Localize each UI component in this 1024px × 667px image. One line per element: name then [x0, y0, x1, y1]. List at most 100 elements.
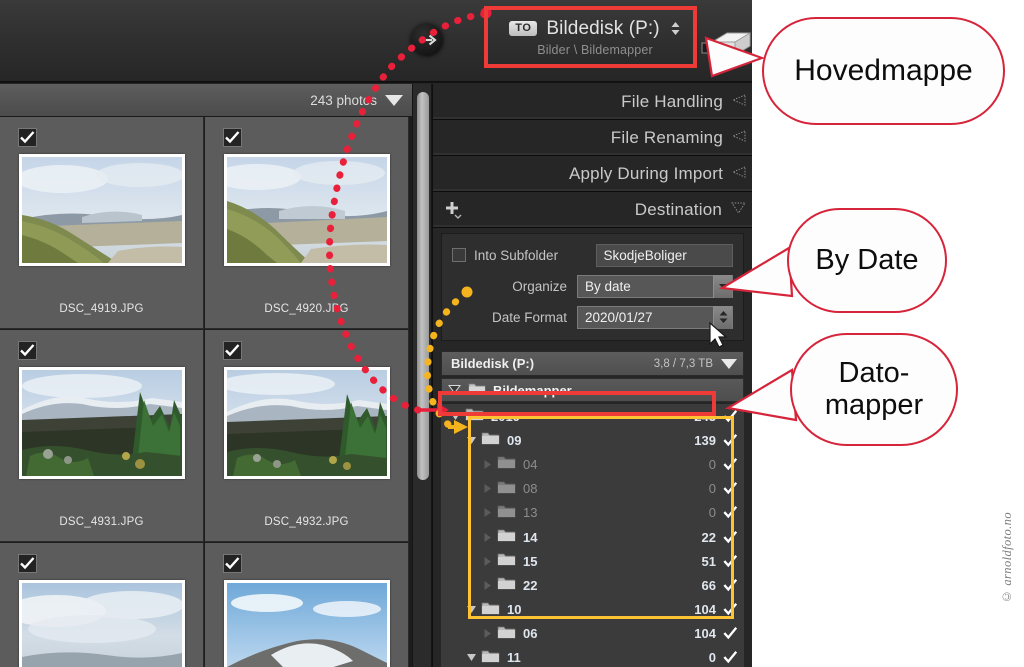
thumbnail-frame [19, 154, 185, 266]
checkmark-icon [225, 557, 240, 570]
cell-checkbox[interactable] [18, 128, 37, 147]
toolbar-divider [0, 81, 752, 82]
section-file-renaming[interactable]: File Renaming [433, 120, 752, 156]
checkmark-icon [225, 344, 240, 357]
organize-label: Organize [512, 278, 567, 294]
thumbnail-frame [224, 154, 390, 266]
highlight-box-root-folder [438, 391, 716, 416]
highlight-box-destination-header [484, 6, 697, 68]
arrow-right-icon [418, 33, 437, 47]
drive-name: Bildedisk (P:) [451, 356, 535, 371]
cell-filename: DSC_4919.JPG [59, 303, 144, 315]
callout-hovedmappe-text: Hovedmappe [794, 53, 973, 87]
tree-folder-count: 0 [708, 650, 716, 666]
grid-scrollbar-thumb[interactable] [417, 92, 429, 480]
plus-preset-icon[interactable] [443, 200, 463, 225]
thumbnail-frame [224, 367, 390, 479]
section-title: File Handling [621, 91, 723, 111]
organize-value: By date [585, 278, 631, 294]
drive-space: 3,8 / 7,3 TB [653, 357, 713, 370]
triangle-down-icon[interactable] [463, 653, 479, 662]
triangle-down-icon[interactable] [385, 94, 403, 106]
checkmark-icon [225, 131, 240, 144]
thumbnail-frame [19, 580, 185, 667]
grid-scrollbar-track[interactable] [412, 84, 432, 667]
fan-collapse-icon[interactable] [731, 129, 746, 147]
date-format-select[interactable]: 2020/01/27 [577, 305, 733, 329]
callout-hovedmappe: Hovedmappe [762, 17, 1005, 125]
import-arrow-button[interactable] [411, 24, 443, 56]
cell-filename: DSC_4932.JPG [264, 516, 349, 528]
callout-dato-mapper: Dato-mapper [790, 333, 958, 446]
screenshot-root: TO Bildedisk (P:) Bilder \ Bildemapper 2… [0, 0, 1024, 667]
cell-checkbox[interactable] [18, 341, 37, 360]
callout-dato-mapper-text: Dato-mapper [824, 357, 924, 421]
tree-folder-count: 104 [694, 626, 716, 642]
tree-checkbox[interactable] [723, 626, 738, 641]
date-format-value: 2020/01/27 [585, 309, 653, 325]
watermark: © arnoldfoto.no [1000, 512, 1014, 604]
tree-checkbox[interactable] [723, 650, 738, 665]
thumbnail-image [227, 583, 387, 667]
fan-expand-icon[interactable] [731, 201, 746, 219]
thumbnail-frame [19, 367, 185, 479]
folder-icon [481, 648, 500, 667]
into-subfolder-checkbox[interactable] [452, 248, 466, 262]
fan-collapse-icon[interactable] [731, 93, 746, 111]
grid-cell[interactable] [205, 543, 409, 667]
section-title: Destination [634, 199, 722, 219]
triangle-down-icon[interactable] [713, 274, 732, 298]
highlight-box-date-folders [468, 416, 734, 619]
cell-checkbox[interactable] [223, 128, 242, 147]
thumbnail-image [227, 157, 387, 263]
fan-collapse-icon[interactable] [731, 165, 746, 183]
checkmark-icon [20, 557, 35, 570]
section-file-handling[interactable]: File Handling [433, 84, 752, 120]
thumbnail-image [22, 370, 182, 476]
into-subfolder-value: SkodjeBoliger [603, 247, 687, 263]
checkmark-icon [20, 131, 35, 144]
section-title: Apply During Import [568, 163, 723, 183]
date-format-label: Date Format [491, 309, 567, 325]
section-apply-during-import[interactable]: Apply During Import [433, 156, 752, 192]
tree-folder-name: 06 [523, 626, 538, 642]
tree-row[interactable]: 06 104 [441, 622, 744, 646]
tree-row[interactable]: 11 0 [441, 646, 744, 667]
grid-cell[interactable]: DSC_4919.JPG [0, 117, 204, 329]
folder-icon [497, 624, 516, 644]
date-format-row: Date Format 2020/01/27 [442, 304, 743, 330]
into-subfolder-label: Into Subfolder [474, 247, 559, 263]
cell-checkbox[interactable] [223, 341, 242, 360]
callout-by-date-text: By Date [815, 243, 919, 276]
cell-filename: DSC_4920.JPG [264, 303, 349, 315]
external-drive-icon [700, 28, 752, 69]
organize-select[interactable]: By date [577, 274, 733, 298]
cell-checkbox[interactable] [223, 554, 242, 573]
grid-cell[interactable] [0, 543, 204, 667]
thumbnail-image [22, 583, 182, 667]
grid-header-bar: 243 photos [0, 84, 412, 117]
section-destination[interactable]: Destination [433, 192, 752, 228]
cell-checkbox[interactable] [18, 554, 37, 573]
into-subfolder-row: Into Subfolder SkodjeBoliger [442, 242, 743, 268]
triangle-right-icon[interactable] [479, 628, 495, 639]
grid-cells: DSC_4919.JPG DSC_4920.JPG DSC_4931.JPG D… [0, 117, 412, 667]
grid-cell[interactable]: DSC_4932.JPG [205, 330, 409, 542]
thumbnail-frame [224, 580, 390, 667]
photo-count-label: 243 photos [310, 92, 377, 108]
triangle-down-icon[interactable] [721, 358, 737, 369]
destination-options: Into Subfolder SkodjeBoliger Organize By… [441, 233, 744, 341]
grid-cell[interactable]: DSC_4931.JPG [0, 330, 204, 542]
grid-cell[interactable]: DSC_4920.JPG [205, 117, 409, 329]
updown-arrows-icon[interactable] [713, 305, 732, 329]
callout-by-date: By Date [787, 208, 947, 313]
into-subfolder-input[interactable]: SkodjeBoliger [595, 243, 733, 267]
organize-row: Organize By date [442, 273, 743, 299]
checkmark-icon [20, 344, 35, 357]
thumbnail-image [227, 370, 387, 476]
tree-folder-name: 11 [507, 650, 521, 666]
thumbnail-grid-panel: 243 photos DSC_4919.JPG DSC_4920.JPG DSC… [0, 84, 412, 667]
cell-filename: DSC_4931.JPG [59, 516, 144, 528]
destination-drive-bar[interactable]: Bildedisk (P:) 3,8 / 7,3 TB [441, 351, 744, 376]
thumbnail-image [22, 157, 182, 263]
